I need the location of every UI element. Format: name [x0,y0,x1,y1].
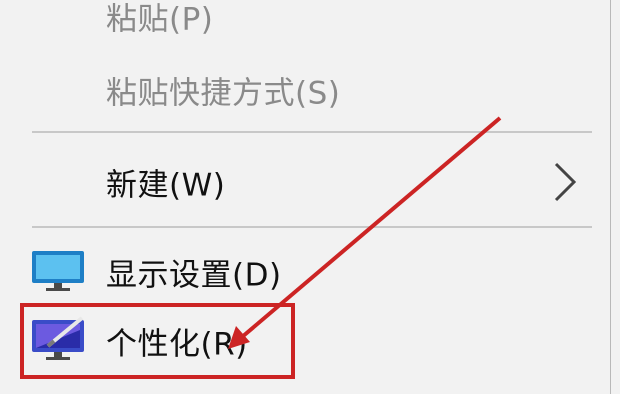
menu-item-paste: 粘贴(P) [0,0,600,52]
menu-item-display-settings-label: 显示设置(D) [106,257,282,294]
menu-separator [32,226,592,228]
menu-item-display-settings[interactable]: 显示设置(D) [0,236,600,308]
menu-item-new-label: 新建(W) [106,167,226,204]
menu-item-new[interactable]: 新建(W) [0,146,600,218]
annotation-highlight-box [20,303,295,379]
chevron-right-icon [554,162,577,202]
monitor-icon [30,247,88,297]
menu-item-paste-shortcut: 粘贴快捷方式(S) [0,54,600,126]
menu-separator [32,131,592,133]
menu-item-paste-label: 粘贴(P) [106,1,214,38]
menu-item-paste-shortcut-label: 粘贴快捷方式(S) [106,75,341,112]
